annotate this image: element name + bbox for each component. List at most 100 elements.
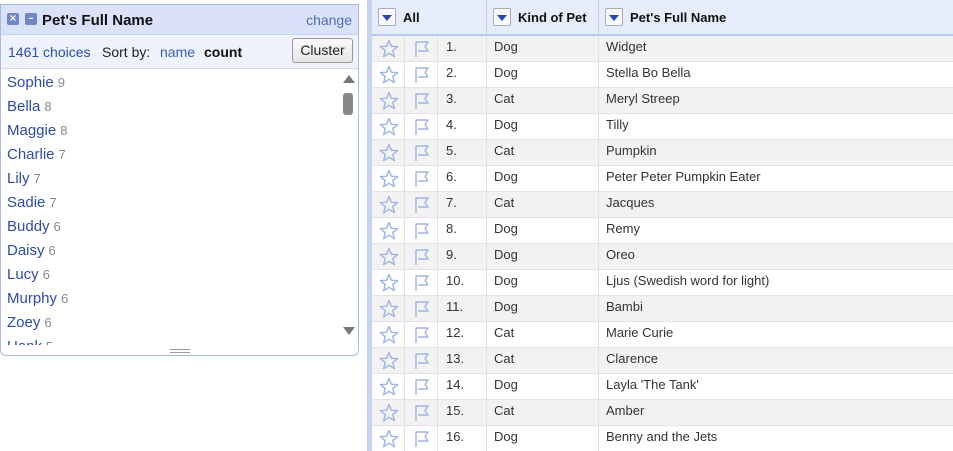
- table-row[interactable]: 4. Dog Tilly: [372, 114, 953, 140]
- facet-choice[interactable]: Sadie 7: [1, 191, 358, 215]
- facet-choice-name[interactable]: Charlie: [7, 146, 55, 163]
- table-row[interactable]: 3. Cat Meryl Streep: [372, 88, 953, 114]
- facet-choice-name[interactable]: Sophie: [7, 74, 54, 91]
- sort-by-count-link[interactable]: count: [204, 44, 242, 60]
- facet-choice[interactable]: Lucy 6: [1, 263, 358, 287]
- cell-kind-of-pet[interactable]: Cat: [487, 348, 599, 374]
- cell-pet-full-name[interactable]: Peter Peter Pumpkin Eater: [599, 166, 953, 192]
- facet-choice-name[interactable]: Sadie: [7, 194, 45, 211]
- star-icon[interactable]: [372, 270, 405, 296]
- minimize-icon[interactable]: –: [25, 13, 37, 25]
- star-icon[interactable]: [372, 218, 405, 244]
- cell-pet-full-name[interactable]: Layla 'The Tank': [599, 374, 953, 400]
- star-icon[interactable]: [372, 140, 405, 166]
- facet-choice-name[interactable]: Murphy: [7, 290, 57, 307]
- cell-kind-of-pet[interactable]: Dog: [487, 114, 599, 140]
- table-row[interactable]: 9. Dog Oreo: [372, 244, 953, 270]
- cell-kind-of-pet[interactable]: Dog: [487, 36, 599, 62]
- flag-icon[interactable]: [405, 244, 438, 270]
- star-icon[interactable]: [372, 426, 405, 451]
- star-icon[interactable]: [372, 36, 405, 62]
- cell-kind-of-pet[interactable]: Cat: [487, 192, 599, 218]
- cell-pet-full-name[interactable]: Amber: [599, 400, 953, 426]
- cluster-button[interactable]: Cluster: [292, 38, 353, 63]
- scroll-down-arrow-icon[interactable]: [343, 327, 355, 335]
- table-row[interactable]: 5. Cat Pumpkin: [372, 140, 953, 166]
- cell-pet-full-name[interactable]: Benny and the Jets: [599, 426, 953, 451]
- chevron-down-icon[interactable]: [378, 8, 396, 26]
- flag-icon[interactable]: [405, 62, 438, 88]
- cell-kind-of-pet[interactable]: Dog: [487, 374, 599, 400]
- facet-choice-name[interactable]: Maggie: [7, 122, 56, 139]
- table-row[interactable]: 14. Dog Layla 'The Tank': [372, 374, 953, 400]
- flag-icon[interactable]: [405, 114, 438, 140]
- star-icon[interactable]: [372, 192, 405, 218]
- facet-choice[interactable]: Charlie 7: [1, 143, 358, 167]
- star-icon[interactable]: [372, 296, 405, 322]
- cell-pet-full-name[interactable]: Remy: [599, 218, 953, 244]
- cell-pet-full-name[interactable]: Tilly: [599, 114, 953, 140]
- facet-choice[interactable]: Sophie 9: [1, 71, 358, 95]
- cell-kind-of-pet[interactable]: Dog: [487, 296, 599, 322]
- flag-icon[interactable]: [405, 36, 438, 62]
- sort-by-name-link[interactable]: name: [160, 44, 195, 60]
- flag-icon[interactable]: [405, 140, 438, 166]
- cell-pet-full-name[interactable]: Oreo: [599, 244, 953, 270]
- table-row[interactable]: 8. Dog Remy: [372, 218, 953, 244]
- flag-icon[interactable]: [405, 322, 438, 348]
- star-icon[interactable]: [372, 244, 405, 270]
- star-icon[interactable]: [372, 322, 405, 348]
- cell-pet-full-name[interactable]: Marie Curie: [599, 322, 953, 348]
- flag-icon[interactable]: [405, 192, 438, 218]
- resize-handle[interactable]: [170, 349, 190, 353]
- table-row[interactable]: 2. Dog Stella Bo Bella: [372, 62, 953, 88]
- facet-choice[interactable]: Zoey 6: [1, 311, 358, 335]
- scrollbar-thumb[interactable]: [343, 93, 353, 115]
- facet-choice[interactable]: Hank 5: [1, 335, 358, 345]
- cell-pet-full-name[interactable]: Bambi: [599, 296, 953, 322]
- facet-choice[interactable]: Maggie 8: [1, 119, 358, 143]
- cell-kind-of-pet[interactable]: Dog: [487, 62, 599, 88]
- facet-choice-name[interactable]: Lucy: [7, 266, 39, 283]
- star-icon[interactable]: [372, 62, 405, 88]
- cell-pet-full-name[interactable]: Meryl Streep: [599, 88, 953, 114]
- star-icon[interactable]: [372, 374, 405, 400]
- cell-pet-full-name[interactable]: Widget: [599, 36, 953, 62]
- chevron-down-icon[interactable]: [493, 8, 511, 26]
- table-row[interactable]: 16. Dog Benny and the Jets: [372, 426, 953, 451]
- cell-kind-of-pet[interactable]: Dog: [487, 244, 599, 270]
- cell-kind-of-pet[interactable]: Cat: [487, 400, 599, 426]
- table-row[interactable]: 13. Cat Clarence: [372, 348, 953, 374]
- cell-kind-of-pet[interactable]: Dog: [487, 426, 599, 451]
- cell-pet-full-name[interactable]: Stella Bo Bella: [599, 62, 953, 88]
- table-row[interactable]: 1. Dog Widget: [372, 36, 953, 62]
- change-link[interactable]: change: [306, 12, 352, 28]
- cell-kind-of-pet[interactable]: Dog: [487, 166, 599, 192]
- facet-choice[interactable]: Bella 8: [1, 95, 358, 119]
- cell-pet-full-name[interactable]: Ljus (Swedish word for light): [599, 270, 953, 296]
- facet-choice-name[interactable]: Bella: [7, 98, 40, 115]
- facet-choice-name[interactable]: Zoey: [7, 314, 40, 331]
- table-row[interactable]: 10. Dog Ljus (Swedish word for light): [372, 270, 953, 296]
- flag-icon[interactable]: [405, 426, 438, 451]
- flag-icon[interactable]: [405, 270, 438, 296]
- star-icon[interactable]: [372, 88, 405, 114]
- facet-choice[interactable]: Lily 7: [1, 167, 358, 191]
- facet-choice[interactable]: Buddy 6: [1, 215, 358, 239]
- scroll-up-arrow-icon[interactable]: [343, 75, 355, 83]
- cell-kind-of-pet[interactable]: Dog: [487, 270, 599, 296]
- star-icon[interactable]: [372, 400, 405, 426]
- facet-choice-name[interactable]: Buddy: [7, 218, 50, 235]
- cell-pet-full-name[interactable]: Jacques: [599, 192, 953, 218]
- flag-icon[interactable]: [405, 296, 438, 322]
- table-row[interactable]: 12. Cat Marie Curie: [372, 322, 953, 348]
- star-icon[interactable]: [372, 348, 405, 374]
- facet-choice-name[interactable]: Lily: [7, 170, 30, 187]
- table-row[interactable]: 7. Cat Jacques: [372, 192, 953, 218]
- close-icon[interactable]: ×: [7, 13, 19, 25]
- flag-icon[interactable]: [405, 400, 438, 426]
- chevron-down-icon[interactable]: [605, 8, 623, 26]
- facet-choice-list[interactable]: Sophie 9 Bella 8 Maggie 8 Charlie 7 Lily 7 Sadie 7 B…: [1, 71, 358, 345]
- table-row[interactable]: 11. Dog Bambi: [372, 296, 953, 322]
- facet-choice[interactable]: Murphy 6: [1, 287, 358, 311]
